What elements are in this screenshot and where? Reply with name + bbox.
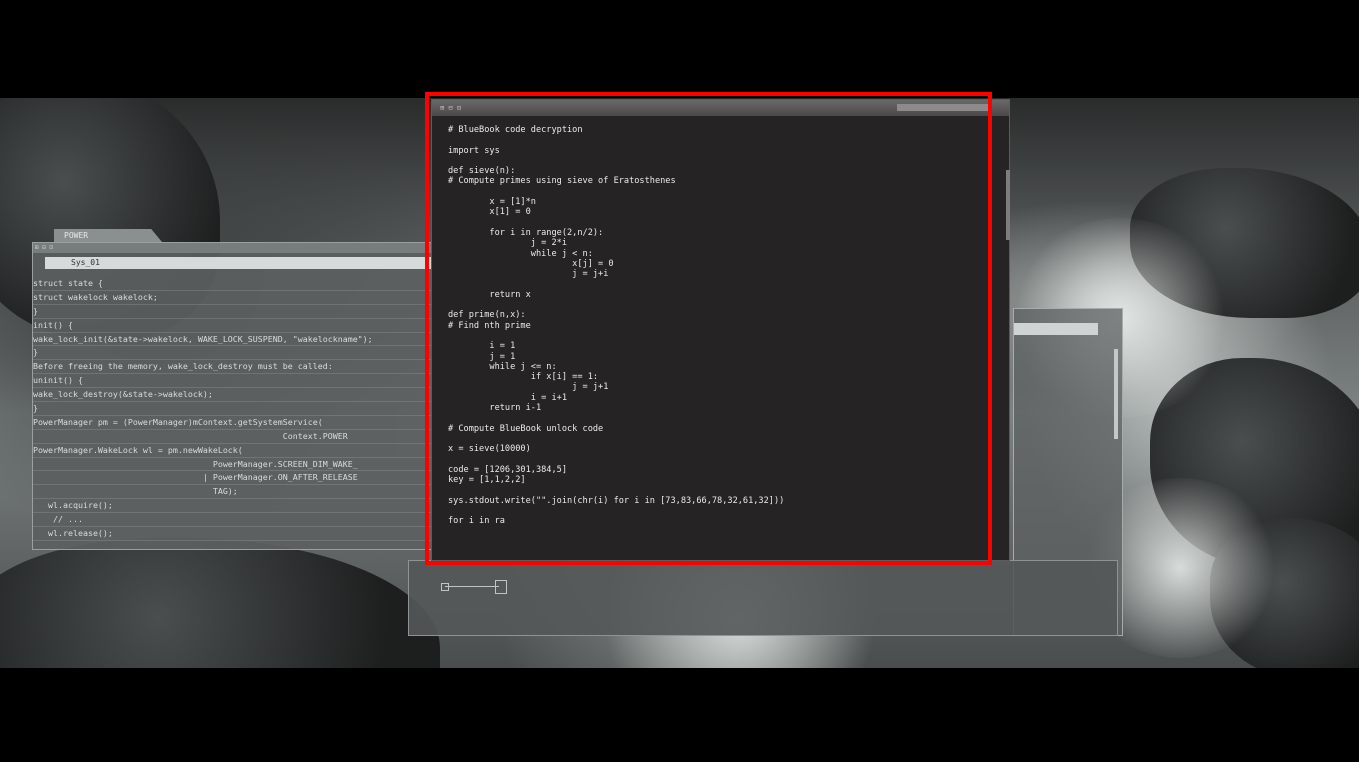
code-line: import sys <box>448 145 500 156</box>
letterbox-top <box>0 0 1359 98</box>
code-line: x = [1]*n <box>448 197 536 208</box>
code-line: x[1] = 0 <box>448 207 531 218</box>
code-line: // ... <box>33 513 433 528</box>
code-line: PowerManager.SCREEN_DIM_WAKE_ <box>33 458 433 472</box>
code-line: # BlueBook code decryption <box>448 125 583 135</box>
code-line: def prime(n,x): <box>448 310 526 321</box>
code-line: wake_lock_destroy(&state->wakelock); <box>33 388 433 403</box>
code-line: PowerManager.WakeLock wl = pm.newWakeLoc… <box>33 444 433 458</box>
code-line: # Find nth prime <box>448 320 531 331</box>
background-window-scrollbar[interactable] <box>1114 349 1118 439</box>
code-line: i = 1 <box>448 341 516 352</box>
code-line: Context.POWER <box>33 430 433 444</box>
code-line: j = j+i <box>448 269 609 280</box>
code-line: x[j] = 0 <box>448 258 614 269</box>
rock-foreground <box>0 538 440 668</box>
code-line: key = [1,1,2,2] <box>448 475 526 486</box>
code-line: } <box>33 402 433 416</box>
code-line: i = i+1 <box>448 392 567 403</box>
code-line: init() { <box>33 319 433 333</box>
code-line: return i-1 <box>448 403 542 414</box>
code-line: def sieve(n): <box>448 166 516 177</box>
code-line: Before freeing the memory, wake_lock_des… <box>33 360 433 375</box>
slider-handle[interactable] <box>495 580 507 594</box>
code-line: return x <box>448 289 531 300</box>
code-line: code = [1206,301,384,5] <box>448 464 567 475</box>
code-line: j = j+1 <box>448 382 609 393</box>
code-line: | PowerManager.ON_AFTER_RELEASE <box>33 471 433 486</box>
code-line: struct wakelock wakelock; <box>33 291 433 305</box>
code-line: TAG); <box>33 485 433 500</box>
code-line: for i in ra <box>448 516 505 527</box>
code-line: # Compute primes using sieve of Eratosth… <box>448 176 676 187</box>
bluebook-terminal-window: ⊞ ⊟ ⊡ # BlueBook code decryption import s… <box>431 99 1010 561</box>
bluebook-code-listing: # BlueBook code decryption import sys def … <box>448 125 993 527</box>
code-line: for i in range(2,n/2): <box>448 227 604 238</box>
power-code-window: ⊞ ⊟ ⊡ Sys_01 struct state {struct wakelo… <box>32 242 434 550</box>
code-line: struct state { <box>33 277 433 291</box>
code-line: wake_lock_init(&state->wakelock, WAKE_LO… <box>33 333 433 347</box>
code-line: while j < n: <box>448 248 593 259</box>
lower-control-panel <box>408 560 1118 636</box>
code-line: } <box>33 346 433 361</box>
code-line: wl.acquire(); <box>33 499 433 514</box>
window-chrome-icons[interactable]: ⊞ ⊟ ⊡ <box>33 243 433 253</box>
code-line: uninit() { <box>33 374 433 389</box>
code-line: sys.stdout.write("".join(chr(i) for i in… <box>448 495 785 506</box>
code-line: } <box>33 305 433 319</box>
slider-min-icon[interactable] <box>441 583 449 591</box>
code-line: x = sieve(10000) <box>448 444 531 455</box>
slider-track[interactable] <box>445 586 499 587</box>
background-window-header <box>1014 323 1098 335</box>
code-line: PowerManager pm = (PowerManager)mContext… <box>33 416 433 430</box>
code-line: if x[i] == 1: <box>448 372 599 383</box>
power-tab[interactable]: POWER <box>54 229 162 242</box>
code-line: wl.release(); <box>33 527 433 541</box>
wakelock-code-listing: struct state {struct wakelock wakelock;}… <box>33 277 433 541</box>
code-line: # Compute BlueBook unlock code <box>448 423 604 434</box>
code-line: while j <= n: <box>448 361 557 372</box>
selected-sys-item[interactable]: Sys_01 <box>45 257 433 269</box>
terminal-vertical-scrollbar[interactable] <box>1006 170 1010 240</box>
code-line: j = 2*i <box>448 238 567 249</box>
code-line: j = 1 <box>448 351 516 362</box>
letterbox-bottom <box>0 668 1359 762</box>
terminal-scroll-thumb[interactable] <box>897 104 989 111</box>
